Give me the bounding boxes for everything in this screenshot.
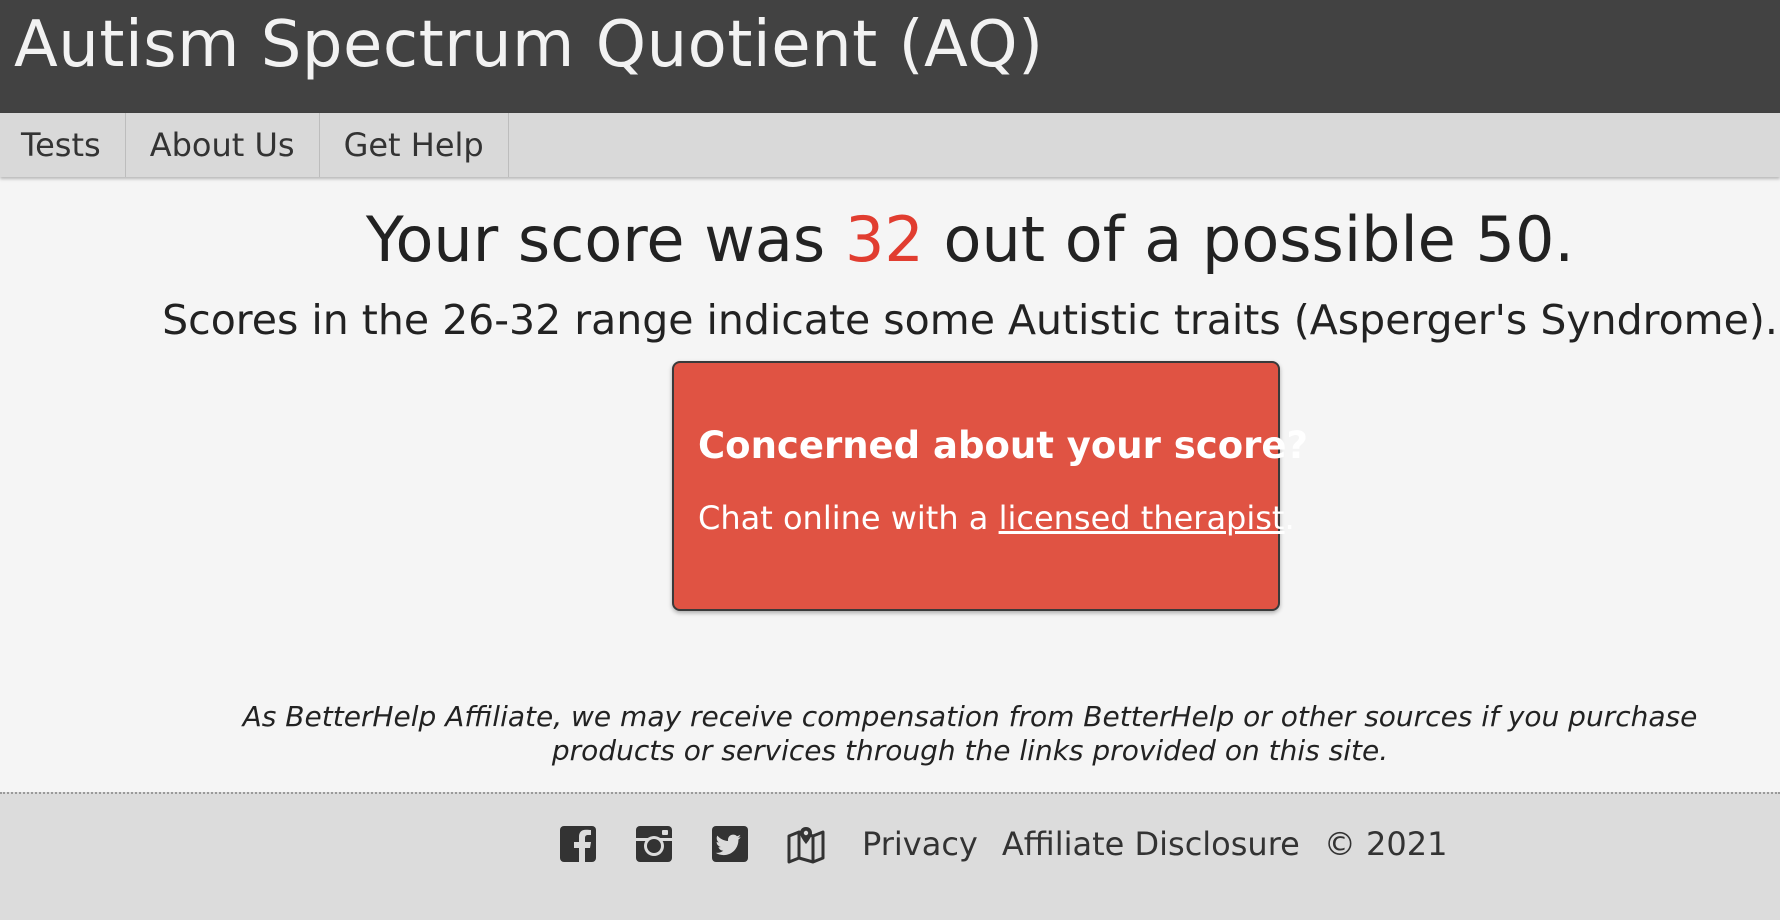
twitter-icon[interactable] [710, 824, 750, 864]
nav-item-tests[interactable]: Tests [0, 113, 126, 177]
affiliate-disclosure-link[interactable]: Affiliate Disclosure [1002, 825, 1300, 863]
cta-text-after: . [1284, 499, 1295, 537]
instagram-icon[interactable] [634, 824, 674, 864]
score-heading: Your score was 32 out of a possible 50. [0, 200, 1780, 280]
nav-item-get-help[interactable]: Get Help [320, 113, 509, 177]
affiliate-disclaimer: As BetterHelp Affiliate, we may receive … [242, 700, 1698, 767]
licensed-therapist-link[interactable]: licensed therapist [999, 499, 1285, 537]
score-suffix: out of a possible 50. [923, 203, 1575, 276]
footer-links: Privacy Affiliate Disclosure © 2021 [558, 816, 1447, 872]
site-footer: Privacy Affiliate Disclosure © 2021 [0, 792, 1780, 920]
facebook-icon[interactable] [558, 824, 598, 864]
main-nav: Tests About Us Get Help [0, 113, 1780, 177]
score-prefix: Your score was [365, 203, 845, 276]
score-interpretation: Scores in the 26-32 range indicate some … [162, 296, 1778, 344]
cta-title: Concerned about your score? [698, 424, 1308, 467]
score-value: 32 [844, 203, 924, 276]
site-title[interactable]: Autism Spectrum Quotient (AQ) [14, 2, 1044, 88]
cta-text-before: Chat online with a [698, 499, 999, 537]
nav-item-about-us[interactable]: About Us [126, 113, 320, 177]
map-icon[interactable] [786, 824, 826, 864]
therapist-cta-box: Concerned about your score? Chat online … [672, 361, 1308, 611]
site-header: Autism Spectrum Quotient (AQ) [0, 0, 1780, 113]
privacy-link[interactable]: Privacy [862, 825, 978, 863]
copyright-text: © 2021 [1323, 825, 1448, 863]
cta-text: Chat online with a licensed therapist. [698, 497, 1295, 539]
